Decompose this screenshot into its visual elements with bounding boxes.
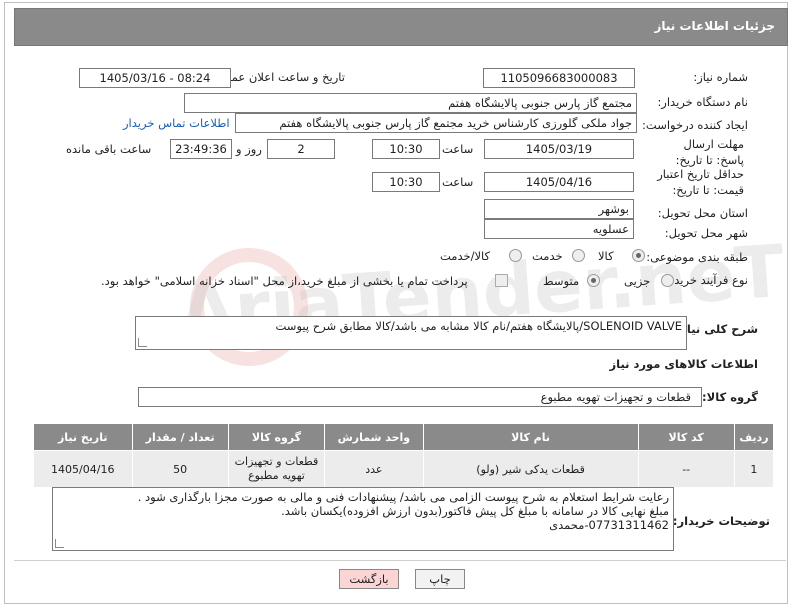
buyer-notes-text: رعایت شرایط استعلام به شرح پیوست الزامی … (138, 490, 669, 532)
price-time-label: ساعت (442, 175, 474, 189)
print-button[interactable]: چاپ (415, 569, 465, 589)
buyer-notes-line1: رعایت شرایط استعلام به شرح پیوست الزامی … (137, 490, 669, 504)
resize-handle-icon[interactable] (55, 539, 64, 548)
reply-time-field[interactable]: 10:30 (372, 139, 440, 159)
page-title: جزئیات اطلاعات نیاز (654, 19, 775, 33)
divider (14, 560, 786, 561)
goods-info-title: اطلاعات کالاهای مورد نیاز (609, 357, 758, 371)
buyer-notes-label: توضیحات خریدار: (672, 514, 770, 528)
col-unit: واحد شمارش (324, 423, 424, 451)
process-option-medium: متوسط (543, 274, 580, 288)
cell-unit: عدد (324, 450, 424, 488)
remaining-time-field[interactable]: 23:49:36 (170, 139, 232, 159)
col-date: تاریخ نیاز (33, 423, 133, 451)
cell-name: قطعات یدکی شیر (ولو) (422, 450, 639, 488)
description-field[interactable]: SOLENOID VALVE/پالایشگاه هفتم/نام کالا م… (135, 316, 687, 350)
city-field[interactable]: عسلویه (484, 219, 634, 239)
goods-group-label: گروه کالا: (702, 390, 758, 404)
contact-info-link[interactable]: اطلاعات تماس خریدار (123, 116, 230, 130)
announce-field[interactable]: 1405/03/16 - 08:24 (79, 68, 231, 88)
province-label: استان محل تحویل: (657, 206, 748, 220)
payment-checkbox[interactable] (495, 274, 508, 287)
city-label: شهر محل تحویل: (664, 226, 748, 240)
need-number-field[interactable]: 1105096683000083 (483, 68, 635, 88)
province-field[interactable]: بوشهر (484, 199, 634, 219)
back-button[interactable]: بازگشت (339, 569, 399, 589)
cell-group: قطعات و تجهیزات تهویه مطبوع (227, 450, 326, 488)
table-header-row: ردیف کد کالا نام کالا واحد شمارش گروه کا… (33, 423, 775, 451)
category-radio-goods-service[interactable] (509, 249, 522, 262)
buyer-org-field[interactable]: مجتمع گاز پارس جنوبی پالایشگاه هفتم (184, 93, 637, 113)
process-option-minor: جزیی (624, 274, 651, 288)
category-option-goods: کالا (598, 249, 614, 263)
cell-date: 1405/04/16 (33, 450, 133, 488)
price-time-field[interactable]: 10:30 (372, 172, 440, 192)
reply-time-label: ساعت (442, 142, 474, 156)
items-table: ردیف کد کالا نام کالا واحد شمارش گروه کا… (33, 423, 775, 488)
category-radio-goods[interactable] (632, 249, 645, 262)
buyer-notes-line2: مبلغ نهایی کالا در سامانه با مبلغ کل پیش… (281, 504, 669, 518)
description-label: شرح کلی نیاز: (675, 322, 758, 336)
process-radio-medium[interactable] (587, 274, 600, 287)
col-name: نام کالا (422, 423, 639, 451)
price-date-field[interactable]: 1405/04/16 (484, 172, 634, 192)
cell-row: 1 (733, 450, 775, 488)
table-row[interactable]: 1 -- قطعات یدکی شیر (ولو) عدد قطعات و تج… (33, 450, 775, 488)
category-option-service: خدمت (532, 249, 563, 263)
reply-deadline-label: مهلت ارسال پاسخ: تا تاریخ: (675, 137, 744, 167)
creator-label: ایجاد کننده درخواست: (642, 118, 748, 132)
resize-handle-icon[interactable] (138, 338, 147, 347)
need-number-label: شماره نیاز: (693, 70, 748, 84)
buyer-org-label: نام دستگاه خریدار: (657, 95, 748, 109)
col-group: گروه کالا (227, 423, 326, 451)
remaining-label: ساعت باقی مانده (66, 142, 152, 156)
col-code: کد کالا (637, 423, 735, 451)
price-validity-label: حداقل تاریخ اعتبار قیمت: تا تاریخ: (657, 167, 744, 197)
days-label: روز و (236, 142, 262, 156)
buyer-notes-field[interactable]: رعایت شرایط استعلام به شرح پیوست الزامی … (52, 487, 674, 551)
category-option-goods-service: کالا/خدمت (440, 249, 491, 263)
buyer-notes-line3: 07731311462-محمدی (549, 518, 669, 532)
reply-date-field[interactable]: 1405/03/19 (484, 139, 634, 159)
col-row: ردیف (733, 423, 775, 451)
goods-group-field[interactable]: قطعات و تجهیزات تهویه مطبوع (138, 387, 702, 407)
process-label: نوع فرآیند خرید : (666, 273, 748, 287)
page-header: جزئیات اطلاعات نیاز (14, 8, 788, 46)
payment-note: پرداخت تمام یا بخشی از مبلغ خرید،از محل … (101, 274, 468, 288)
description-text: SOLENOID VALVE/پالایشگاه هفتم/نام کالا م… (275, 319, 682, 333)
cell-qty: 50 (131, 450, 229, 488)
col-qty: تعداد / مقدار (131, 423, 229, 451)
process-radio-minor[interactable] (661, 274, 674, 287)
category-radio-service[interactable] (572, 249, 585, 262)
category-label: طبقه بندی موضوعی: (646, 250, 748, 264)
cell-code: -- (637, 450, 735, 488)
days-field[interactable]: 2 (267, 139, 335, 159)
creator-field[interactable]: جواد ملکی گلورزی کارشناس خرید مجتمع گاز … (235, 113, 637, 133)
